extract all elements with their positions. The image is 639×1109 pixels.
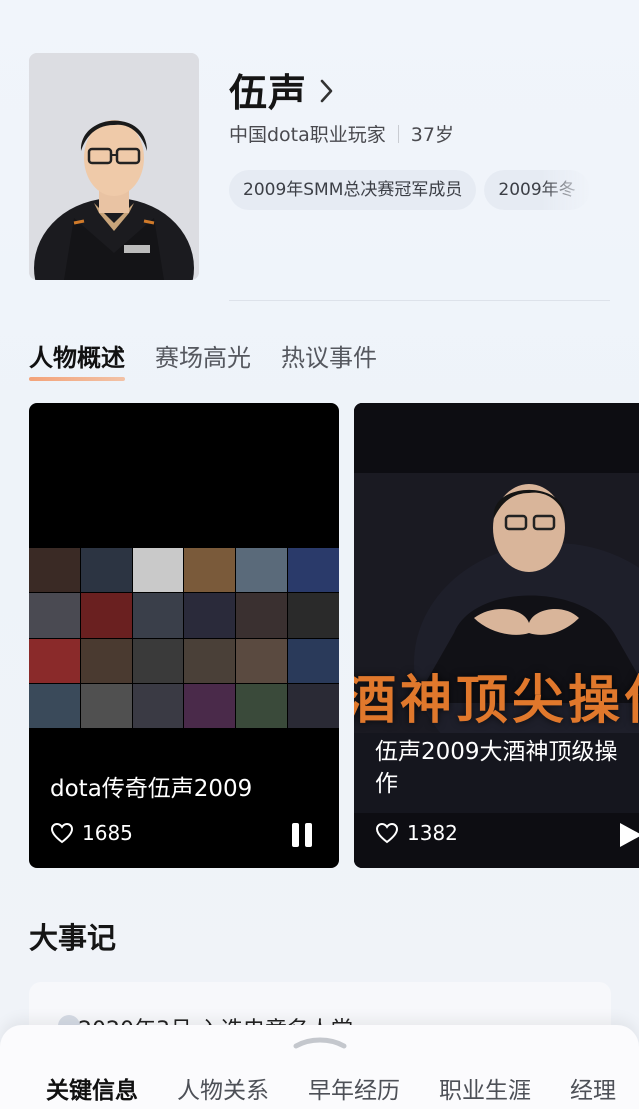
bottom-tab-career[interactable]: 职业生涯 [439,1071,531,1105]
video-thumbnail-mosaic [29,548,339,728]
video-card[interactable]: 酒神顶尖操作 伍声2009大酒神顶级操作 1382 [354,403,639,868]
bottom-tab-more[interactable]: 经理 [570,1071,616,1105]
profile-description: 中国dota职业玩家 [229,124,386,146]
tab-hot-topics[interactable]: 热议事件 [281,338,377,381]
chevron-right-icon [320,79,333,102]
bottom-tab-key-info[interactable]: 关键信息 [46,1071,138,1105]
subtitle-divider [397,124,399,143]
video-like-count: 1382 [407,821,458,845]
video-likes[interactable]: 1382 [375,821,458,845]
avatar-portrait-image [29,53,199,280]
profile-name-row[interactable]: 伍声 [229,62,335,117]
video-card[interactable]: dota传奇伍声2009 1685 [29,403,339,868]
play-icon[interactable] [616,821,639,849]
video-title: 伍声2009大酒神顶级操作 [375,739,618,798]
timeline-title: 大事记 [29,921,117,955]
bottom-tab-early-life[interactable]: 早年经历 [308,1071,400,1105]
profile-tags: 2009年SMM总决赛冠军成员 2009年冬 [229,170,639,210]
video-likes[interactable]: 1685 [50,821,133,845]
tab-overview[interactable]: 人物概述 [29,338,125,381]
bottom-sheet[interactable]: 关键信息 人物关系 早年经历 职业生涯 经理 [0,1025,639,1109]
profile-name: 伍声 [229,70,308,115]
heart-icon [50,822,74,844]
bottom-nav: 关键信息 人物关系 早年经历 职业生涯 经理 [46,1071,616,1105]
pause-icon[interactable] [288,821,316,849]
heart-icon [375,822,399,844]
tab-highlights[interactable]: 赛场高光 [155,338,251,381]
profile-tag[interactable]: 2009年冬 [484,170,590,210]
video-like-count: 1685 [82,821,133,845]
video-overlay-caption: 酒神顶尖操作 [354,670,639,731]
header-divider [229,300,610,301]
bottom-tab-relationships[interactable]: 人物关系 [177,1071,269,1105]
profile-age: 37岁 [410,124,454,146]
profile-avatar[interactable] [29,53,199,280]
drag-handle-icon[interactable] [292,1035,348,1049]
video-title: dota传奇伍声2009 [50,776,253,802]
content-tabs: 人物概述 赛场高光 热议事件 [29,338,377,381]
profile-subtitle: 中国dota职业玩家 37岁 [229,120,454,147]
profile-tag[interactable]: 2009年SMM总决赛冠军成员 [229,170,477,210]
